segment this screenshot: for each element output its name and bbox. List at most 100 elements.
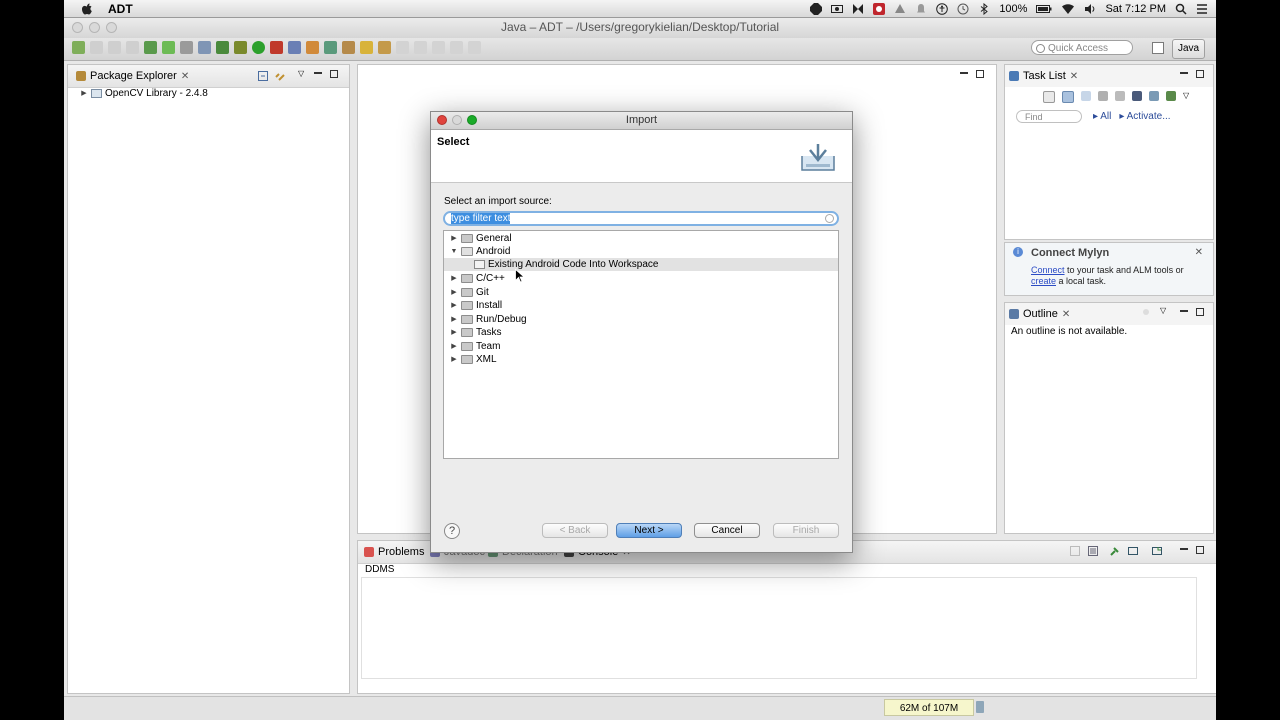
outline-tab[interactable]: Outline ✕ (1009, 308, 1070, 320)
expand-arrow-icon[interactable]: ▶ (450, 340, 458, 353)
tab-problems[interactable]: Problems (364, 546, 424, 558)
collapse-arrow-icon[interactable]: ▼ (450, 245, 458, 258)
filter-all-link[interactable]: ▸ All (1093, 111, 1111, 122)
close-icon[interactable]: ✕ (1062, 309, 1070, 320)
tree-item-git[interactable]: ▶ Git (444, 286, 838, 299)
close-icon[interactable]: ✕ (1195, 247, 1203, 258)
maximize-icon[interactable] (1196, 546, 1204, 554)
window-zoom-button[interactable] (106, 22, 117, 33)
new-java-package-icon[interactable] (288, 41, 301, 54)
tree-item-android[interactable]: ▼ Android (444, 245, 838, 258)
window-close-button[interactable] (72, 22, 83, 33)
android-sdk-manager-icon[interactable] (144, 41, 157, 54)
task-repositories-icon[interactable] (1166, 91, 1176, 101)
tree-item-team[interactable]: ▶ Team (444, 340, 838, 353)
back-icon[interactable] (432, 41, 445, 54)
connect-link[interactable]: Connect (1031, 265, 1065, 275)
view-menu-icon[interactable]: ▽ (1183, 91, 1189, 103)
expand-arrow-icon[interactable]: ▶ (80, 87, 88, 100)
activate-link[interactable]: ▸ Activate... (1119, 111, 1170, 122)
scheduled-icon[interactable] (1081, 91, 1091, 101)
console-output[interactable] (361, 577, 1197, 679)
new-task-icon[interactable] (1043, 91, 1055, 103)
battery-icon[interactable] (1036, 3, 1052, 15)
menubar-app-name[interactable]: ADT (108, 2, 133, 16)
task-find-input[interactable]: Find (1016, 110, 1082, 123)
refresh-icon[interactable] (324, 41, 337, 54)
heap-status[interactable]: 62M of 107M (884, 699, 974, 716)
open-perspective-icon[interactable] (1152, 42, 1164, 54)
filter-input[interactable]: type filter text (443, 211, 839, 226)
java-perspective-button[interactable]: Java (1172, 39, 1206, 59)
open-folder-icon[interactable] (360, 41, 373, 54)
wifi-icon[interactable] (1061, 3, 1075, 15)
android-project-icon[interactable] (198, 41, 211, 54)
new-icon[interactable] (72, 41, 85, 54)
android-avd-manager-icon[interactable] (162, 41, 175, 54)
save-all-icon[interactable] (108, 41, 121, 54)
debug-icon[interactable] (234, 41, 247, 54)
garbage-collect-icon[interactable] (976, 701, 984, 713)
task-list-tab[interactable]: Task List ✕ (1009, 70, 1078, 82)
notification-center-icon[interactable] (1196, 3, 1208, 15)
hide-completed-icon[interactable] (1115, 91, 1125, 101)
close-icon[interactable]: ✕ (1070, 71, 1078, 82)
tree-item-xml[interactable]: ▶ XML (444, 353, 838, 366)
close-icon[interactable]: ✕ (181, 71, 189, 82)
drive-icon[interactable] (894, 3, 906, 15)
import-source-tree[interactable]: ▶ General ▼ Android Existing Android Code … (443, 230, 839, 459)
package-explorer-tab[interactable]: Package Explorer ✕ (76, 70, 189, 82)
minimize-icon[interactable] (1180, 546, 1188, 550)
expand-arrow-icon[interactable]: ▶ (450, 313, 458, 326)
collapse-all-icon[interactable] (258, 71, 268, 81)
sync-icon[interactable] (1149, 91, 1159, 101)
tree-item[interactable]: ▶ OpenCV Library - 2.4.8 (80, 87, 361, 100)
cancel-button[interactable]: Cancel (694, 523, 760, 538)
maximize-icon[interactable] (330, 70, 338, 78)
tree-item-install[interactable]: ▶ Install (444, 299, 838, 312)
forward-icon[interactable] (450, 41, 463, 54)
record-icon[interactable] (873, 2, 886, 15)
save-icon[interactable] (90, 41, 103, 54)
display-console-icon[interactable] (1128, 546, 1138, 556)
volume-icon[interactable] (1084, 3, 1096, 15)
lint-icon[interactable] (180, 41, 193, 54)
view-menu-icon[interactable]: ▽ (1160, 306, 1166, 315)
previous-annotation-icon[interactable] (414, 41, 427, 54)
new-java-class-icon[interactable] (306, 41, 319, 54)
tree-item-existing-android-code[interactable]: Existing Android Code Into Workspace (444, 258, 838, 271)
expand-arrow-icon[interactable]: ▶ (450, 299, 458, 312)
external-tools-icon[interactable] (270, 41, 283, 54)
next-annotation-icon[interactable] (396, 41, 409, 54)
minimize-icon[interactable] (1180, 70, 1188, 74)
tree-item-cpp[interactable]: ▶ C/C++ (444, 272, 838, 285)
finish-button[interactable]: Finish (773, 523, 839, 538)
time-machine-icon[interactable] (957, 3, 969, 15)
pin-console-icon[interactable] (1110, 546, 1120, 556)
sort-icon[interactable] (1141, 307, 1151, 317)
clear-console-icon[interactable] (1070, 546, 1080, 556)
run-icon[interactable] (252, 41, 265, 54)
clear-filter-icon[interactable] (825, 214, 834, 223)
open-type-icon[interactable] (342, 41, 355, 54)
pin-editor-icon[interactable] (468, 41, 481, 54)
window-minimize-button[interactable] (89, 22, 100, 33)
accessibility-icon[interactable] (936, 2, 949, 15)
focus-workweek-icon[interactable] (1098, 91, 1108, 101)
quick-access-field[interactable]: Quick Access (1031, 40, 1133, 55)
expand-arrow-icon[interactable]: ▶ (450, 232, 458, 245)
dialog-close-button[interactable] (437, 115, 447, 125)
dialog-zoom-button[interactable] (467, 115, 477, 125)
tree-item-general[interactable]: ▶ General (444, 232, 838, 245)
print-icon[interactable] (126, 41, 139, 54)
expand-arrow-icon[interactable]: ▶ (450, 272, 458, 285)
toggle-breakpoints-icon[interactable] (216, 41, 229, 54)
stop-sign-icon[interactable] (810, 2, 823, 15)
dialog-minimize-button[interactable] (452, 115, 462, 125)
butterfly-icon[interactable] (852, 3, 864, 15)
view-menu-icon[interactable]: ▽ (298, 69, 304, 78)
next-button[interactable]: Next > (616, 523, 682, 538)
maximize-icon[interactable] (1196, 70, 1204, 78)
search-tool-icon[interactable] (378, 41, 391, 54)
apple-icon[interactable] (80, 2, 94, 16)
